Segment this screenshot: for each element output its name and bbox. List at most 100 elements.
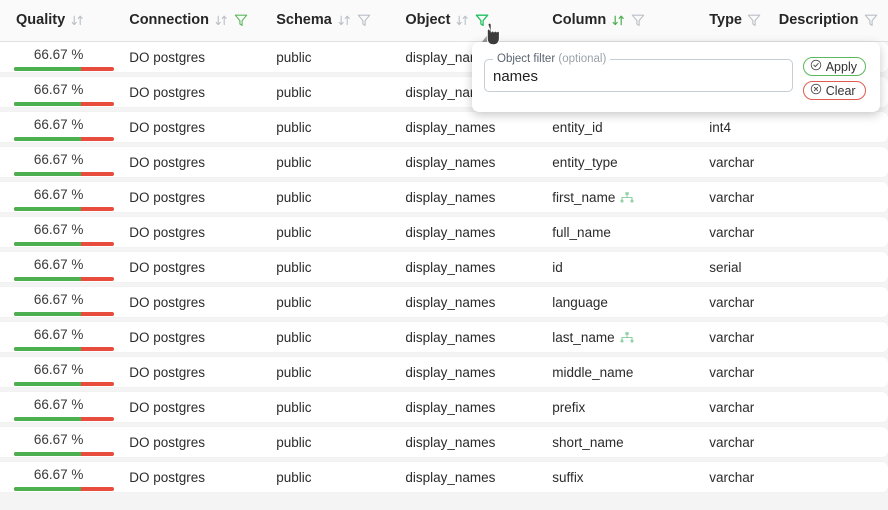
- table-row[interactable]: 66.67 %DO postgrespublicdisplay_namesent…: [0, 112, 888, 142]
- cell-type-text: varchar: [709, 190, 754, 205]
- column-header-connection-label: Connection: [129, 13, 209, 28]
- cell-connection-text: DO postgres: [129, 400, 205, 415]
- cell-quality: 66.67 %: [0, 392, 129, 422]
- table-row[interactable]: 66.67 %DO postgrespublicdisplay_namesmid…: [0, 357, 888, 387]
- table-row[interactable]: 66.67 %DO postgrespublicdisplay_namessuf…: [0, 462, 888, 492]
- apply-button-label: Apply: [826, 60, 857, 74]
- sort-icon[interactable]: [337, 13, 352, 28]
- lineage-icon[interactable]: [620, 331, 634, 343]
- sort-icon[interactable]: [214, 13, 229, 28]
- check-circle-icon: [810, 59, 822, 74]
- cell-column: first_name: [552, 190, 709, 205]
- cell-column-text: prefix: [552, 400, 585, 415]
- cell-column-text: entity_type: [552, 155, 617, 170]
- cell-object: display_names: [405, 155, 552, 170]
- quality-bar: [14, 242, 114, 246]
- apply-button[interactable]: Apply: [803, 57, 866, 76]
- filter-icon[interactable]: [631, 13, 645, 28]
- cell-type: varchar: [709, 190, 779, 205]
- cell-schema-text: public: [276, 85, 311, 100]
- object-filter-fieldset: Object filter (optional): [484, 54, 793, 92]
- cell-connection: DO postgres: [129, 50, 276, 65]
- column-header-column[interactable]: Column: [552, 13, 709, 28]
- quality-bar: [14, 487, 114, 491]
- cell-column: middle_name: [552, 365, 709, 380]
- lineage-icon[interactable]: [620, 191, 634, 203]
- column-header-description[interactable]: Description: [779, 13, 888, 28]
- column-header-object[interactable]: Object: [405, 13, 552, 28]
- cell-connection: DO postgres: [129, 85, 276, 100]
- table-row[interactable]: 66.67 %DO postgrespublicdisplay_namessho…: [0, 427, 888, 457]
- quality-bar-fill: [14, 102, 81, 106]
- cell-object-text: display_names: [405, 400, 495, 415]
- quality-bar: [14, 452, 114, 456]
- cell-connection: DO postgres: [129, 365, 276, 380]
- filter-icon[interactable]: [357, 13, 371, 28]
- object-filter-field: Object filter (optional): [484, 54, 793, 92]
- cell-object: display_names: [405, 260, 552, 275]
- object-filter-legend-label: Object filter: [497, 53, 555, 65]
- table-row[interactable]: 66.67 %DO postgrespublicdisplay_namesids…: [0, 252, 888, 282]
- cell-type-text: varchar: [709, 365, 754, 380]
- cell-quality: 66.67 %: [0, 182, 129, 212]
- sort-icon[interactable]: [455, 13, 470, 28]
- column-header-type[interactable]: Type: [709, 13, 779, 28]
- cell-object-text: display_names: [405, 470, 495, 485]
- column-header-quality[interactable]: Quality: [0, 13, 129, 28]
- sort-icon[interactable]: [70, 13, 85, 28]
- cell-schema: public: [276, 365, 405, 380]
- clear-button[interactable]: Clear: [803, 81, 866, 100]
- sort-icon-active[interactable]: [611, 13, 626, 28]
- table-row[interactable]: 66.67 %DO postgrespublicdisplay_namesful…: [0, 217, 888, 247]
- object-filter-icon[interactable]: [475, 13, 489, 28]
- cell-connection: DO postgres: [129, 435, 276, 450]
- filter-icon[interactable]: [747, 13, 761, 28]
- quality-bar: [14, 382, 114, 386]
- cell-type: varchar: [709, 470, 779, 485]
- quality-value: 66.67 %: [0, 397, 117, 412]
- cell-type-text: varchar: [709, 295, 754, 310]
- cell-column-text: middle_name: [552, 365, 633, 380]
- filter-icon[interactable]: [864, 13, 878, 28]
- cell-quality: 66.67 %: [0, 427, 129, 457]
- cell-column: language: [552, 295, 709, 310]
- column-header-connection[interactable]: Connection: [129, 13, 276, 28]
- cell-quality: 66.67 %: [0, 112, 129, 142]
- cell-connection-text: DO postgres: [129, 470, 205, 485]
- quality-value: 66.67 %: [0, 187, 117, 202]
- cell-schema: public: [276, 400, 405, 415]
- quality-bar: [14, 67, 114, 71]
- cell-schema: public: [276, 295, 405, 310]
- cell-quality: 66.67 %: [0, 42, 129, 72]
- quality-value: 66.67 %: [0, 222, 117, 237]
- cell-object-text: display_names: [405, 295, 495, 310]
- table-row[interactable]: 66.67 %DO postgrespublicdisplay_nameslas…: [0, 322, 888, 352]
- data-catalog-table-view: Quality Connection: [0, 0, 888, 510]
- cell-connection: DO postgres: [129, 330, 276, 345]
- table-row[interactable]: 66.67 % DO postgres publicdisplay_names pre…: [0, 392, 888, 422]
- cell-object: display_names: [405, 190, 552, 205]
- cell-type-text: int4: [709, 120, 731, 135]
- cell-type-text: varchar: [709, 400, 754, 415]
- cell-type: varchar: [709, 435, 779, 450]
- cell-schema-text: public: [276, 260, 311, 275]
- filter-icon[interactable]: [234, 13, 248, 28]
- quality-bar: [14, 102, 114, 106]
- table-row[interactable]: 66.67 %DO postgrespublicdisplay_namesfir…: [0, 182, 888, 212]
- table-row[interactable]: 66.67 %DO postgrespublicdisplay_namesent…: [0, 147, 888, 177]
- cell-object: display_names: [405, 435, 552, 450]
- cell-type-text: varchar: [709, 470, 754, 485]
- cell-connection-text: DO postgres: [129, 120, 205, 135]
- cell-schema: public: [276, 155, 405, 170]
- cell-object: display_names: [405, 470, 552, 485]
- table-row[interactable]: 66.67 %DO postgrespublicdisplay_nameslan…: [0, 287, 888, 317]
- cell-column-text: short_name: [552, 435, 623, 450]
- cell-object: display_names: [405, 120, 552, 135]
- column-header-quality-label: Quality: [16, 13, 65, 28]
- column-header-schema[interactable]: Schema: [276, 13, 405, 28]
- quality-bar-fill: [14, 487, 81, 491]
- quality-value: 66.67 %: [0, 257, 117, 272]
- quality-bar: [14, 417, 114, 421]
- object-filter-input[interactable]: [493, 68, 784, 85]
- quality-bar-fill: [14, 137, 81, 141]
